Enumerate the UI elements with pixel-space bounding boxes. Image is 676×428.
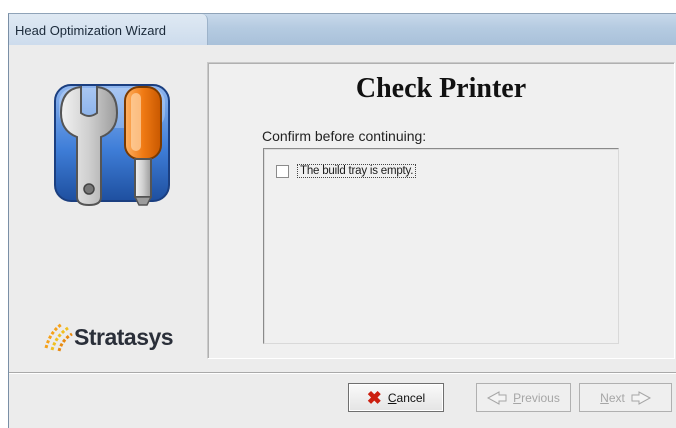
title-bar[interactable]: Head Optimization Wizard xyxy=(9,14,676,45)
build-tray-empty-checkbox[interactable] xyxy=(276,164,289,178)
checklist-item[interactable]: The build tray is empty. xyxy=(276,164,417,178)
previous-label: Previous xyxy=(513,390,560,405)
checklist-item-label: The build tray is empty. xyxy=(297,164,417,178)
next-label: Next xyxy=(600,390,625,405)
checklist-box: The build tray is empty. xyxy=(263,148,619,344)
previous-button[interactable]: Previous xyxy=(476,383,571,412)
window-title: Head Optimization Wizard xyxy=(15,23,166,38)
wizard-window: Head Optimization Wizard Stratasys Check… xyxy=(8,13,676,428)
title-tab: Head Optimization Wizard xyxy=(9,14,208,45)
wrench-screwdriver-icon xyxy=(54,84,170,207)
page-title: Check Printer xyxy=(355,73,527,104)
left-arrow-icon xyxy=(487,390,507,405)
content-panel: Check Printer Confirm before continuing:… xyxy=(207,62,675,359)
x-icon: ✖ xyxy=(366,387,382,408)
brand-name: Stratasys xyxy=(74,324,174,350)
cancel-label: Cancel xyxy=(387,390,426,405)
button-separator xyxy=(9,372,676,374)
stratasys-logo: Stratasys xyxy=(42,318,202,352)
cancel-button[interactable]: ✖ Cancel xyxy=(348,383,444,412)
left-pane: Stratasys xyxy=(15,48,205,368)
stratasys-swoosh-icon xyxy=(44,322,73,352)
next-button[interactable]: Next xyxy=(579,383,672,412)
instruction-label: Confirm before continuing: xyxy=(262,128,427,144)
right-arrow-icon xyxy=(631,390,651,405)
